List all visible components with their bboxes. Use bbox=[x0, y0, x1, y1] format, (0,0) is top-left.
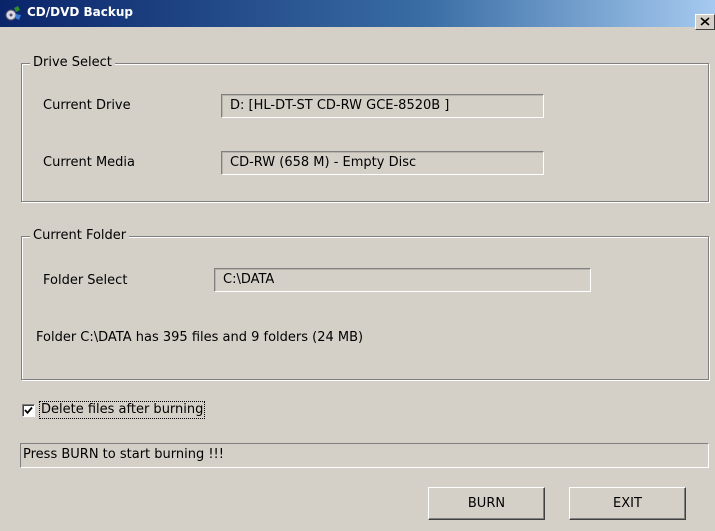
current-folder-legend: Current Folder bbox=[30, 228, 130, 244]
status-message: Press BURN to start burning !!! bbox=[23, 447, 224, 462]
cd-dvd-backup-window: CD/DVD Backup Drive Select Current Drive… bbox=[0, 0, 715, 531]
current-drive-field: D: [HL-DT-ST CD-RW GCE-8520B ] bbox=[221, 94, 544, 118]
current-folder-group: Current Folder bbox=[21, 228, 709, 380]
current-drive-label: Current Drive bbox=[43, 98, 131, 113]
exit-button[interactable]: EXIT bbox=[569, 487, 686, 520]
current-drive-value: D: [HL-DT-ST CD-RW GCE-8520B ] bbox=[230, 98, 450, 113]
drive-select-legend: Drive Select bbox=[30, 55, 115, 71]
folder-select-label: Folder Select bbox=[43, 273, 128, 288]
title-bar[interactable]: CD/DVD Backup bbox=[0, 0, 715, 30]
close-button[interactable] bbox=[695, 14, 715, 30]
cd-burn-app-icon bbox=[5, 6, 21, 21]
checkmark-icon bbox=[24, 406, 33, 415]
status-bar: Press BURN to start burning !!! bbox=[20, 443, 709, 468]
folder-info-text: Folder C:\DATA has 395 files and 9 folde… bbox=[36, 330, 364, 345]
burn-button[interactable]: BURN bbox=[428, 487, 545, 520]
current-media-value: CD-RW (658 M) - Empty Disc bbox=[230, 155, 417, 170]
folder-select-value: C:\DATA bbox=[223, 272, 275, 287]
current-media-label: Current Media bbox=[43, 155, 136, 170]
current-media-field: CD-RW (658 M) - Empty Disc bbox=[221, 151, 544, 175]
delete-after-burn-label[interactable]: Delete files after burning bbox=[38, 401, 206, 419]
drive-select-group: Drive Select bbox=[21, 55, 709, 202]
delete-after-burn-checkbox[interactable] bbox=[22, 404, 35, 417]
close-icon bbox=[700, 17, 710, 26]
folder-select-field[interactable]: C:\DATA bbox=[214, 268, 591, 292]
window-title: CD/DVD Backup bbox=[27, 5, 134, 19]
